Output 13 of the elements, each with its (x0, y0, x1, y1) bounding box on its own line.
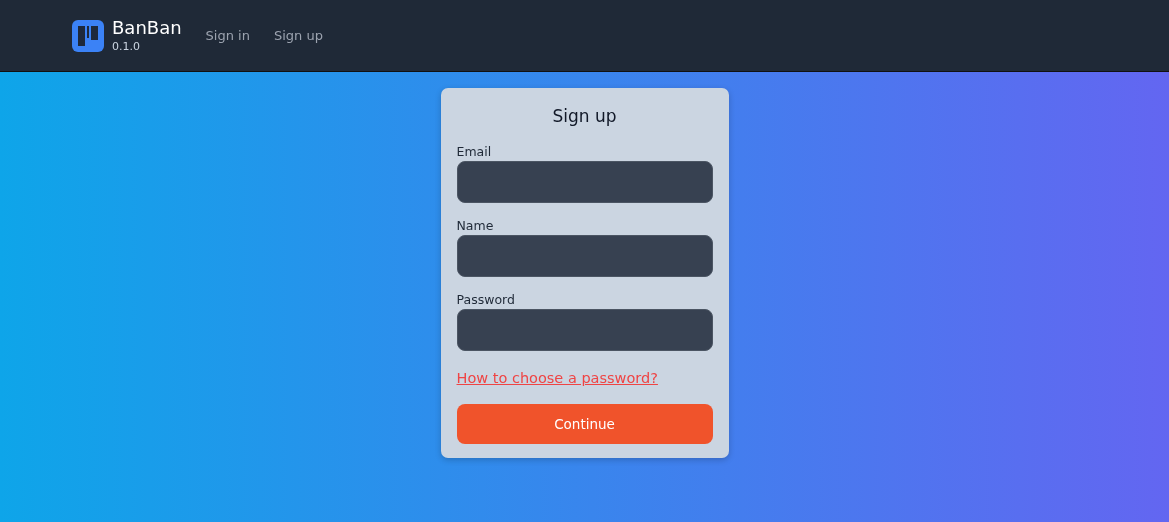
input-field[interactable] (456, 309, 713, 351)
field-label: Email (456, 144, 493, 159)
continue-button[interactable]: Continue (456, 404, 713, 444)
version-label: 0.1.0 (112, 38, 141, 55)
nav-link[interactable]: Sign in (193, 28, 262, 43)
input-field[interactable] (456, 235, 713, 277)
brand-name: BanBan (112, 16, 182, 39)
board-logo-icon (72, 19, 104, 52)
field-label: Name (456, 218, 495, 233)
field-label: Password (456, 292, 516, 307)
form-title: Sign up (551, 106, 618, 126)
nav-link[interactable]: Sign up (261, 28, 335, 43)
input-field[interactable] (456, 161, 713, 203)
